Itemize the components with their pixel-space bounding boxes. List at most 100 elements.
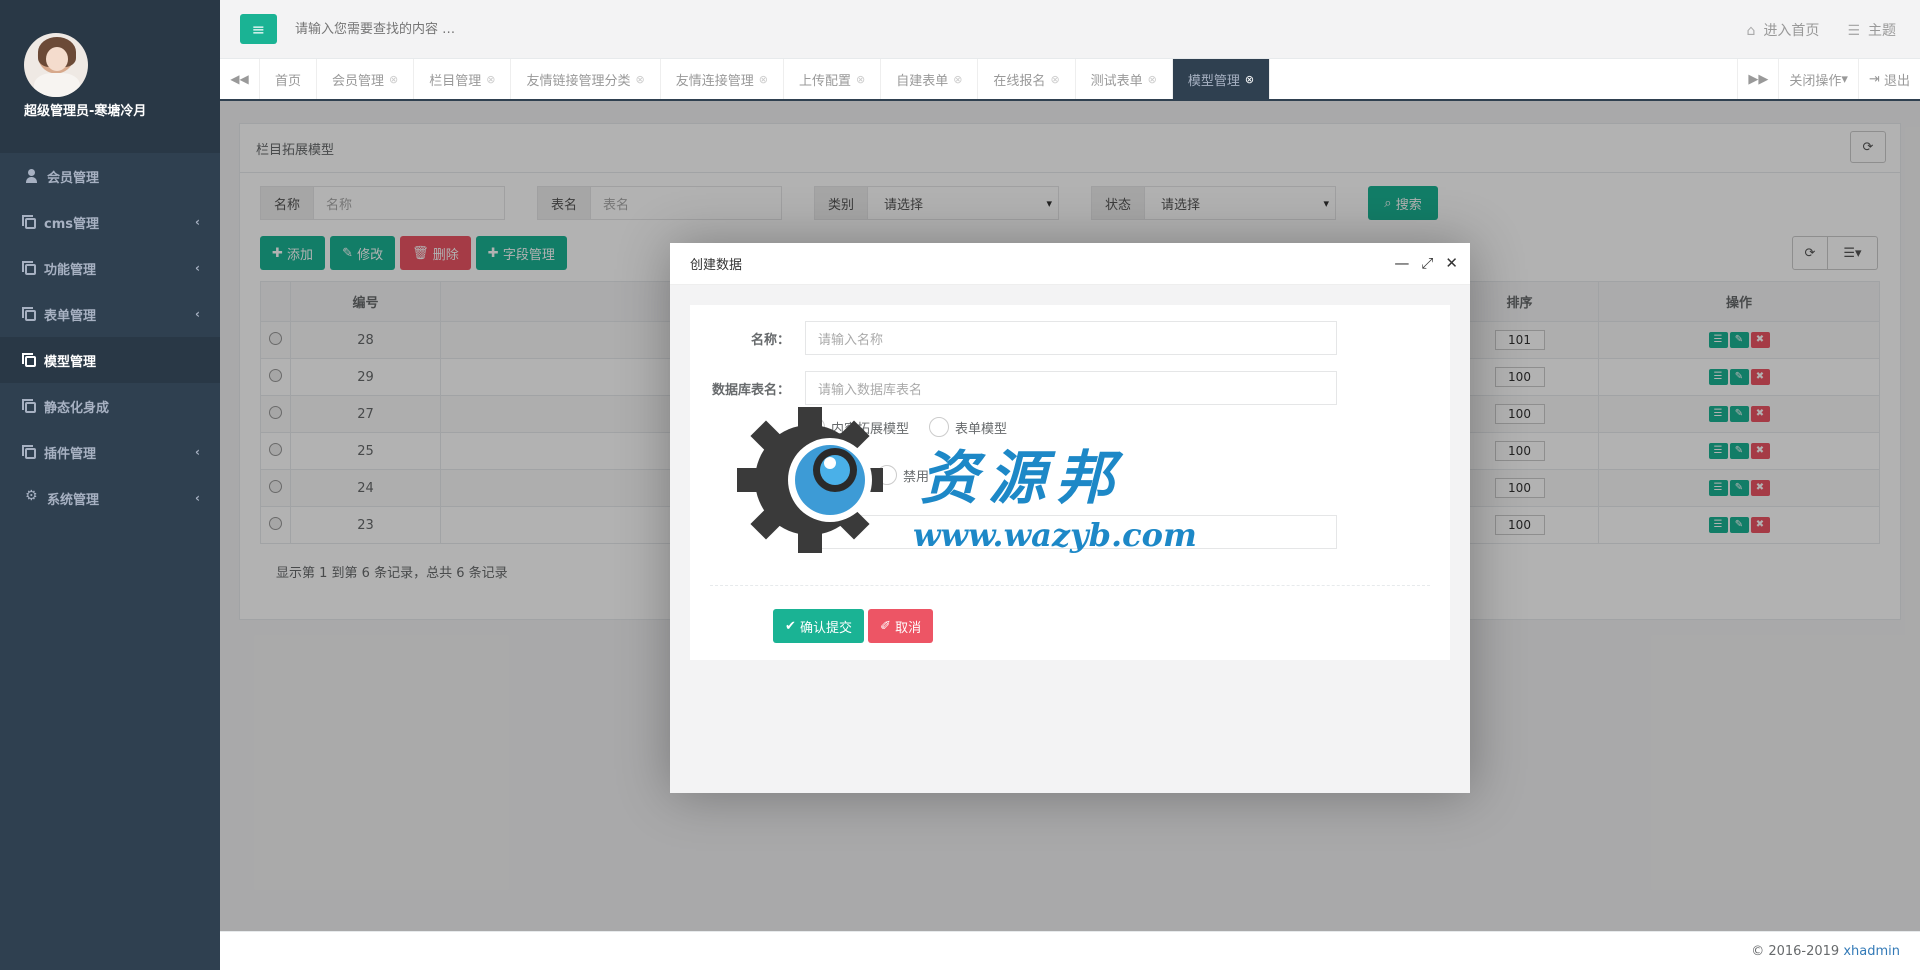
logout-link[interactable]: ⇥ 退出 [1857,59,1920,99]
form-row-name: 名称： 请输入名称 [690,321,1337,355]
tab-label: 在线报名 [993,73,1046,89]
chevron-left-icon: ‹ [195,491,200,505]
tab-6[interactable]: 自建表单 ⊗ [881,59,979,99]
tab-close-icon[interactable]: ⊗ [389,73,398,86]
profile-area: 超级管理员-寒塘冷月 [0,0,220,153]
sidebar-item-2[interactable]: 功能管理 ‹ [0,245,220,291]
sign-out-icon: ⇥ [1868,71,1880,87]
tab-7[interactable]: 在线报名 ⊗ [978,59,1076,99]
tabs-scroll-left-button[interactable]: ◀◀ [220,59,260,99]
forward-icon: ▶▶ [1748,71,1769,87]
maximize-icon[interactable]: ⤢ [1421,254,1433,272]
theme-link[interactable]: ☰ 主题 [1847,20,1896,40]
sidebar-item-5[interactable]: 静态化身成 [0,383,220,429]
dbname-input[interactable]: 请输入数据库表名 [805,371,1337,405]
tab-label: 友情连接管理 [675,73,754,89]
tab-close-icon[interactable]: ⊗ [1050,73,1059,86]
close-ops-label: 关闭操作 [1789,73,1842,89]
close-ops-dropdown[interactable]: 关闭操作 ▾ [1778,59,1858,99]
tab-8[interactable]: 测试表单 ⊗ [1076,59,1173,99]
footer: © 2016-2019 xhadmin [220,931,1920,970]
tab-9[interactable]: 模型管理 ⊗ [1172,59,1271,99]
tab-4[interactable]: 友情连接管理 ⊗ [661,59,784,99]
tab-0[interactable]: 首页 [260,59,318,99]
tabs-right-controls: ▶▶ 关闭操作 ▾ ⇥ 退出 [1737,59,1920,99]
modal-header: 创建数据 — ⤢ ✕ [670,243,1470,285]
sidebar-item-4[interactable]: 模型管理 [0,337,220,383]
sidebar-item-label: 功能管理 [44,262,97,278]
sidebar-item-0[interactable]: 会员管理 [0,153,220,199]
chevron-left-icon: ‹ [195,307,200,321]
sidebar-item-1[interactable]: cms管理 ‹ [0,199,220,245]
dbname-label: 数据库表名： [711,382,790,398]
tab-label: 首页 [275,73,302,89]
sidebar-item-label: 插件管理 [44,446,97,462]
tab-5[interactable]: 上传配置 ⊗ [784,59,882,99]
home-link[interactable]: ⌂ 进入首页 [1747,20,1820,40]
tab-label: 上传配置 [798,73,851,89]
sidebar-item-label: 会员管理 [47,170,100,186]
close-icon[interactable]: ✕ [1445,254,1458,272]
tab-close-icon[interactable]: ⊗ [953,73,962,86]
tab-3[interactable]: 友情链接管理分类 ⊗ [511,59,661,99]
copy-icon [22,352,36,367]
sidebar: 超级管理员-寒塘冷月 会员管理 cms管理 ‹ 功能管理 ‹ 表单管理 ‹ 模型管理 静态化身成… [0,0,220,970]
minimize-icon[interactable]: — [1394,254,1409,272]
cancel-button-label: 取消 [895,620,922,636]
home-icon: ⌂ [1746,23,1756,39]
submit-button-label: 确认提交 [800,620,853,636]
sidebar-item-7[interactable]: 系统管理 ‹ [0,475,220,521]
cogs-icon [25,488,39,505]
tab-close-icon[interactable]: ⊗ [1245,73,1254,86]
tab-label: 模型管理 [1187,73,1240,89]
tab-1[interactable]: 会员管理 ⊗ [317,59,415,99]
copy-icon [22,444,36,459]
tab-close-icon[interactable]: ⊗ [486,73,495,86]
chevron-left-icon: ‹ [195,261,200,275]
backward-icon: ◀◀ [230,72,249,86]
cancel-button[interactable]: ✐ 取消 [868,609,934,643]
watermark: 资源邦 www.wazyb.com [735,405,1197,565]
name-input[interactable]: 请输入名称 [805,321,1337,355]
sidebar-item-6[interactable]: 插件管理 ‹ [0,429,220,475]
top-right-links: ⌂ 进入首页 ☰ 主题 [1747,20,1896,40]
tab-close-icon[interactable]: ⊗ [1148,73,1157,86]
tab-2[interactable]: 栏目管理 ⊗ [414,59,512,99]
copy-icon [22,398,36,413]
form-row-dbname: 数据库表名： 请输入数据库表名 [690,371,1337,405]
home-link-label: 进入首页 [1763,23,1820,39]
tab-close-icon[interactable]: ⊗ [856,73,865,86]
top-search-input[interactable] [295,18,695,40]
modal-controls: — ⤢ ✕ [1394,254,1458,272]
list-icon: ☰ [1847,23,1860,39]
tab-close-icon[interactable]: ⊗ [636,73,645,86]
copy-icon [22,306,36,321]
tab-label: 测试表单 [1090,73,1143,89]
copy-icon [22,214,36,229]
bars-icon: ≡ [251,19,266,39]
brand-link[interactable]: xhadmin [1843,944,1900,959]
top-navbar: ≡ ⌂ 进入首页 ☰ 主题 [220,0,1920,59]
copyright: © 2016-2019 xhadmin [1751,944,1900,959]
tabs-scroll-right-button[interactable]: ▶▶ [1737,59,1778,99]
tab-label: 栏目管理 [429,73,482,89]
chevron-left-icon: ‹ [195,215,200,229]
submit-button[interactable]: ✔ 确认提交 [773,609,865,643]
tab-close-icon[interactable]: ⊗ [759,73,768,86]
sidebar-menu: 会员管理 cms管理 ‹ 功能管理 ‹ 表单管理 ‹ 模型管理静态化身成插件管理 ‹ 系统管理 ‹ [0,153,220,521]
modal-buttons: ✔ 确认提交 ✐ 取消 [773,609,934,643]
user-icon [25,169,39,183]
profile-name[interactable]: 超级管理员-寒塘冷月 [24,100,146,119]
tab-label: 友情链接管理分类 [526,73,631,89]
menu-toggle-button[interactable]: ≡ [240,14,277,44]
theme-link-label: 主题 [1868,23,1896,39]
avatar[interactable] [24,33,88,97]
sidebar-item-3[interactable]: 表单管理 ‹ [0,291,220,337]
sidebar-item-label: cms管理 [44,216,99,232]
copy-icon [22,260,36,275]
sidebar-item-label: 表单管理 [44,308,97,324]
watermark-url: www.wazyb.com [913,516,1197,554]
logout-label: 退出 [1883,73,1910,89]
chevron-left-icon: ‹ [195,445,200,459]
name-label: 名称： [750,332,790,348]
